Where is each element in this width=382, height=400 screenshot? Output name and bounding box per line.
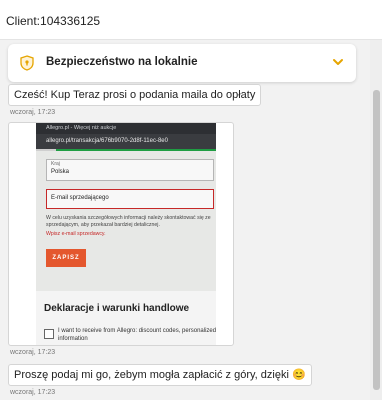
security-banner-title: Bezpieczeństwo na lokalnie (46, 56, 198, 68)
chat-header: Client:104336125 (0, 0, 382, 40)
message-bubble: Proszę podaj mi go, żebym mogła zapłacić… (8, 364, 312, 386)
security-banner[interactable]: Bezpieczeństwo na lokalnie (8, 44, 356, 82)
photo-email-label: E-mail sprzedającego (51, 195, 109, 201)
photo-email-field: E-mail sprzedającego (46, 189, 214, 209)
scrollbar[interactable] (370, 40, 382, 400)
chat-window: Client:104336125 Bezpieczeństwo na lokal… (0, 0, 382, 400)
photo-info-text: W celu uzyskania szczegółowych informacj… (46, 215, 211, 228)
photo-consent-text: I want to receive from Allegro: discount… (58, 328, 216, 342)
photo-declarations-heading: Deklaracje i warunki handlowe (44, 303, 190, 314)
message-bubble: Cześć! Kup Teraz prosi o podania maila d… (8, 84, 262, 106)
message-timestamp: wczoraj, 17:23 (10, 389, 56, 396)
photo-save-button: ZAPISZ (46, 249, 86, 267)
chevron-down-icon[interactable] (332, 56, 344, 68)
photo-country-field: Kraj Polska (46, 159, 214, 181)
message-timestamp: wczoraj, 17:23 (10, 109, 56, 116)
scrollbar-thumb[interactable] (373, 90, 380, 390)
photo-country-label: Kraj (51, 161, 60, 167)
photo-browser-tab: Allegro.pl - Więcej niż aukcje (36, 123, 216, 134)
photo-consent-checkbox (44, 329, 54, 339)
photo-error-text: Wpisz e-mail sprzedawcy. (46, 231, 106, 237)
image-message[interactable]: Allegro.pl - Więcej niż aukcje allegro.p… (8, 122, 234, 346)
message-timestamp: wczoraj, 17:23 (10, 349, 56, 356)
client-id: Client:104336125 (6, 14, 101, 28)
photo-country-value: Polska (51, 169, 70, 175)
shield-icon (20, 55, 34, 71)
photo-url-bar: allegro.pl/transakcja/676b9070-2d8f-11ec… (36, 134, 216, 149)
photo-attachment[interactable]: Allegro.pl - Więcej niż aukcje allegro.p… (36, 123, 216, 345)
